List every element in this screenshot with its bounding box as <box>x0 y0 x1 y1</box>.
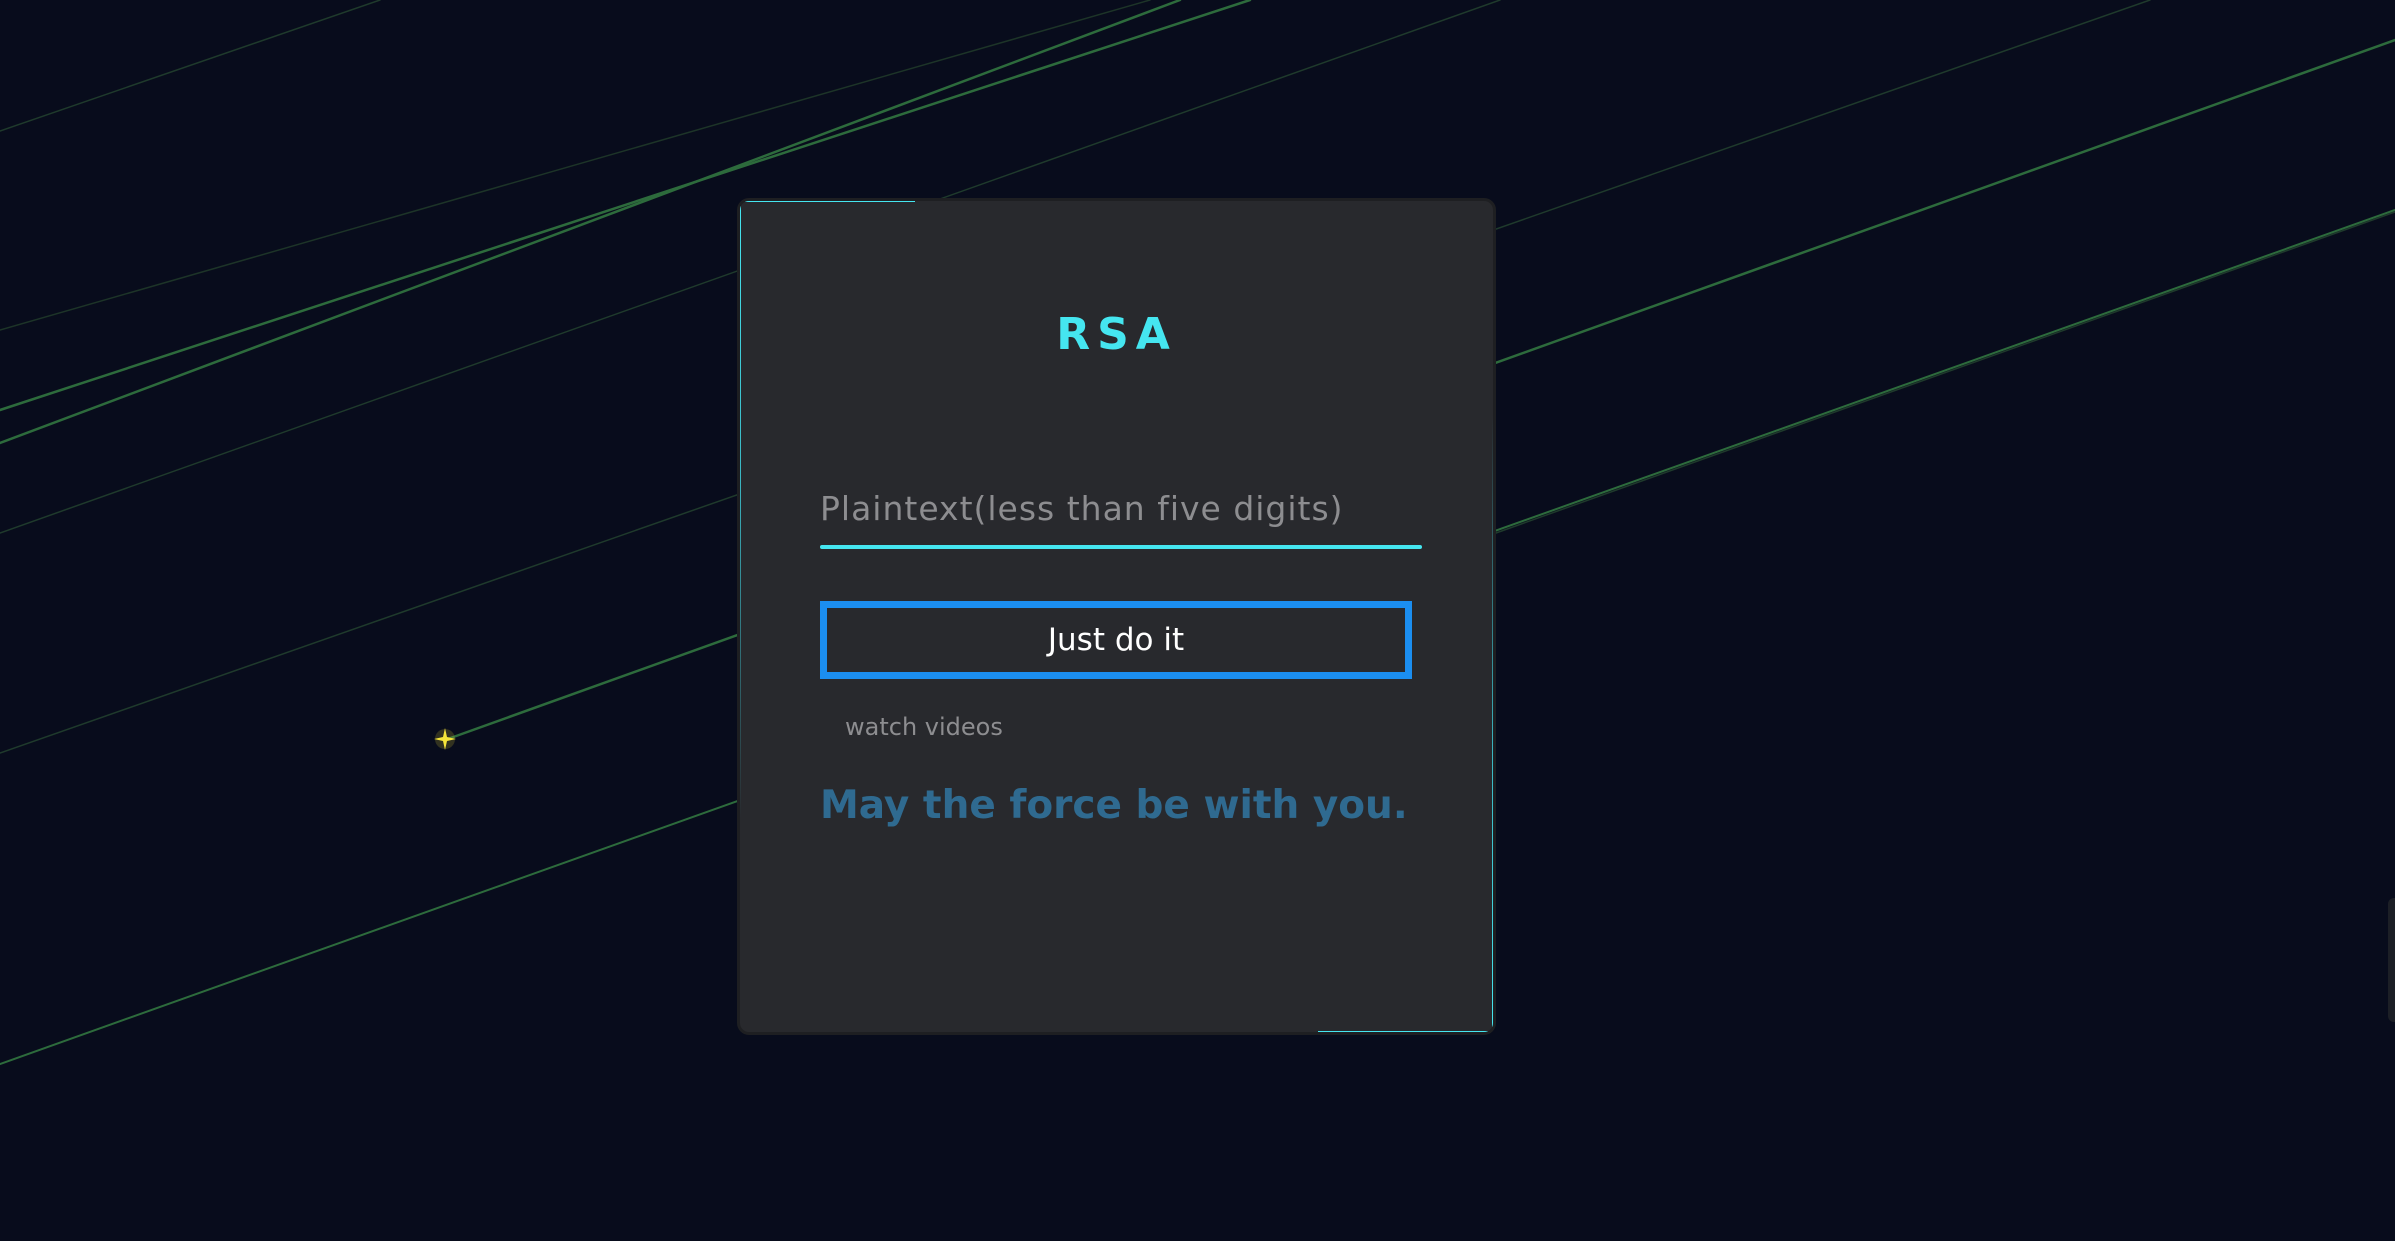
result-message: May the force be with you. <box>820 783 1408 828</box>
plaintext-field-wrapper <box>820 469 1422 551</box>
page-background: RSA Just do it watch videos May the forc… <box>0 0 2395 1241</box>
page-title: RSA <box>1056 309 1177 360</box>
streak-line <box>1495 211 2395 534</box>
card-glow-edge-bottom <box>1318 1031 1493 1032</box>
plaintext-input[interactable] <box>820 469 1422 547</box>
rsa-card: RSA Just do it watch videos May the forc… <box>737 198 1496 1035</box>
streak-line <box>0 0 381 132</box>
just-do-it-button[interactable]: Just do it <box>820 601 1412 679</box>
card-glow-edge-left <box>740 201 741 818</box>
side-scroll-handle[interactable] <box>2388 898 2395 1022</box>
watch-videos-link[interactable]: watch videos <box>845 713 1003 741</box>
card-glow-edge-top <box>740 201 915 202</box>
input-underline <box>820 545 1422 549</box>
card-glow-edge-right <box>1492 415 1493 1032</box>
sparkle-star-icon <box>434 728 456 750</box>
